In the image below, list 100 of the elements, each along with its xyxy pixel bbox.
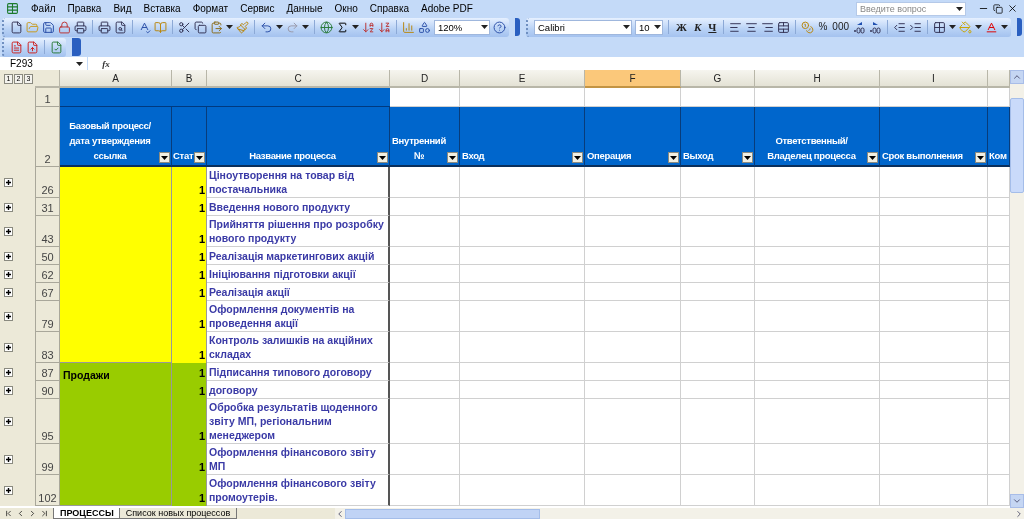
spreadsheet-logo-icon[interactable] xyxy=(6,2,19,15)
row-number[interactable]: 62 xyxy=(35,265,60,283)
filter-button[interactable] xyxy=(377,152,388,163)
scroll-up-icon[interactable] xyxy=(1012,72,1022,82)
expand-button[interactable] xyxy=(4,343,13,352)
drawing-icon[interactable] xyxy=(418,20,431,34)
last-sheet-icon[interactable] xyxy=(40,509,49,518)
printer-icon[interactable] xyxy=(98,20,111,34)
expand-button[interactable] xyxy=(4,251,13,261)
cut-icon[interactable] xyxy=(178,20,191,34)
expand-button[interactable] xyxy=(4,287,13,297)
expand-button[interactable] xyxy=(4,455,13,464)
vertical-scrollbar[interactable] xyxy=(1010,70,1024,508)
new-file-icon[interactable] xyxy=(10,20,23,34)
expand-button[interactable] xyxy=(4,202,13,212)
menu-item[interactable]: Формат xyxy=(192,3,229,14)
horizontal-scrollbar[interactable] xyxy=(335,508,1024,519)
sum-icon[interactable] xyxy=(336,20,349,34)
restore-icon[interactable] xyxy=(993,3,1003,14)
bold-button[interactable]: Ж xyxy=(674,19,689,35)
outdent-icon[interactable] xyxy=(893,20,906,34)
align-center-icon[interactable] xyxy=(745,20,759,34)
select-all-button[interactable] xyxy=(35,70,60,88)
increase-decimal-icon[interactable] xyxy=(853,20,866,34)
print-icon[interactable] xyxy=(74,20,87,34)
filter-button[interactable] xyxy=(975,152,986,163)
row-number[interactable]: 43 xyxy=(35,216,60,247)
fill-color-icon[interactable] xyxy=(959,20,972,34)
zoom-field[interactable]: 120% xyxy=(434,19,490,35)
print-preview-icon[interactable] xyxy=(114,20,127,34)
percent-button[interactable]: % xyxy=(817,19,829,35)
menu-item[interactable]: Adobe PDF xyxy=(421,3,473,14)
filter-button[interactable] xyxy=(194,152,205,163)
column-header[interactable] xyxy=(988,70,1010,88)
sort-ascending-icon[interactable] xyxy=(362,20,375,34)
function-label[interactable]: fx xyxy=(88,58,124,69)
decrease-decimal-icon[interactable] xyxy=(869,20,882,34)
row-number[interactable]: 90 xyxy=(35,381,60,399)
expand-button[interactable] xyxy=(4,227,13,236)
expand-button[interactable] xyxy=(4,417,13,426)
menu-item[interactable]: Файл xyxy=(31,3,56,14)
column-header[interactable]: H xyxy=(755,70,880,88)
row-number[interactable]: 2 xyxy=(35,107,60,167)
toolbar-options-button[interactable] xyxy=(515,18,520,36)
row-number[interactable]: 87 xyxy=(35,363,60,381)
previous-sheet-icon[interactable] xyxy=(16,509,25,518)
help-search-field[interactable]: Введите вопрос xyxy=(856,1,966,16)
expand-button[interactable] xyxy=(4,385,13,395)
menu-item[interactable]: Окно xyxy=(334,3,358,14)
expand-button[interactable] xyxy=(4,486,13,495)
column-header[interactable]: B xyxy=(172,70,207,88)
redo-icon[interactable] xyxy=(286,20,299,34)
menu-item[interactable]: Данные xyxy=(286,3,323,14)
row-number[interactable]: 50 xyxy=(35,247,60,265)
spelling-icon[interactable] xyxy=(138,20,151,34)
paste-icon[interactable] xyxy=(210,20,223,34)
close-icon[interactable] xyxy=(1007,3,1018,14)
hyperlink-icon[interactable] xyxy=(320,20,333,34)
filter-button[interactable] xyxy=(867,152,878,163)
font-size-field[interactable]: 10 xyxy=(635,19,663,35)
row-number[interactable]: 67 xyxy=(35,283,60,301)
font-field[interactable]: Calibri xyxy=(534,19,632,35)
menu-item[interactable]: Сервис xyxy=(240,3,275,14)
row-number[interactable]: 83 xyxy=(35,332,60,363)
scroll-thumb[interactable] xyxy=(1010,98,1024,193)
expand-button[interactable] xyxy=(4,312,13,321)
scroll-down-icon[interactable] xyxy=(1012,496,1022,506)
column-header[interactable]: I xyxy=(880,70,988,88)
expand-button[interactable] xyxy=(4,367,13,377)
filter-button[interactable] xyxy=(447,152,458,163)
menu-item[interactable]: Вставка xyxy=(143,3,181,14)
scroll-right-icon[interactable] xyxy=(1014,508,1024,519)
row-number[interactable]: 31 xyxy=(35,198,60,216)
pdf-attach-icon[interactable] xyxy=(26,40,39,54)
font-color-icon[interactable] xyxy=(985,20,998,34)
pdf-review-icon[interactable] xyxy=(50,40,63,54)
pdf-file-icon[interactable] xyxy=(10,40,23,54)
column-header[interactable]: F xyxy=(585,70,681,88)
save-icon[interactable] xyxy=(42,20,55,34)
first-sheet-icon[interactable] xyxy=(4,509,13,518)
row-number[interactable]: 95 xyxy=(35,399,60,444)
menu-item[interactable]: Справка xyxy=(369,3,410,14)
borders-icon[interactable] xyxy=(933,20,946,34)
scroll-thumb[interactable] xyxy=(345,508,541,519)
sheet-tab[interactable]: Список новых процессов xyxy=(118,508,238,519)
column-header[interactable]: D xyxy=(390,70,460,88)
indent-icon[interactable] xyxy=(909,20,922,34)
filter-button[interactable] xyxy=(572,152,583,163)
next-sheet-icon[interactable] xyxy=(28,509,37,518)
copy-icon[interactable] xyxy=(194,20,207,34)
row-number[interactable]: 79 xyxy=(35,301,60,332)
filter-button[interactable] xyxy=(742,152,753,163)
row-number[interactable]: 99 xyxy=(35,444,60,475)
currency-icon[interactable] xyxy=(801,20,815,34)
row-number[interactable]: 1 xyxy=(35,88,60,107)
expand-button[interactable] xyxy=(4,178,13,187)
expand-button[interactable] xyxy=(4,269,13,279)
row-number[interactable]: 26 xyxy=(35,167,60,198)
undo-icon[interactable] xyxy=(260,20,273,34)
sort-descending-icon[interactable] xyxy=(378,20,391,34)
